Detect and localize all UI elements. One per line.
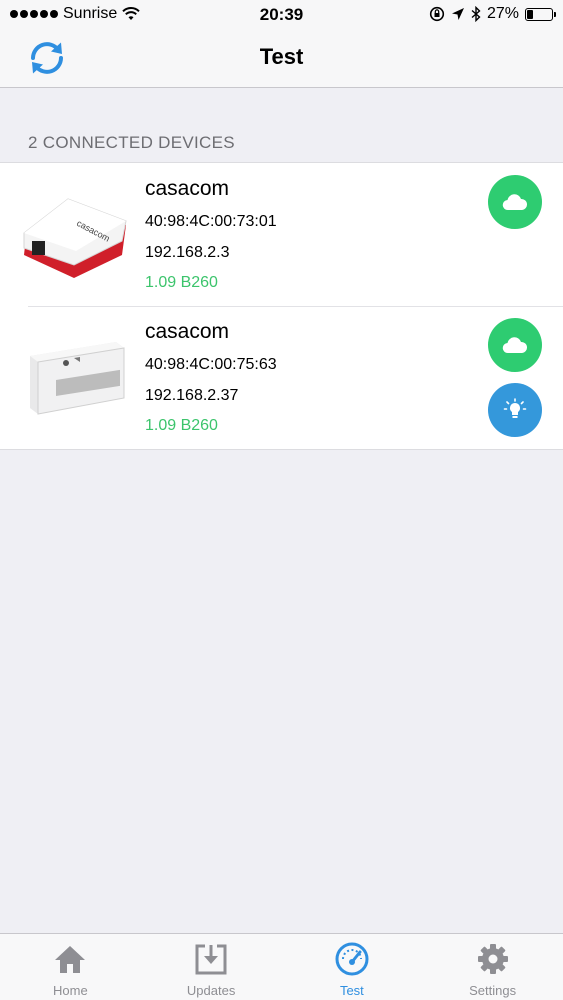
device-name: casacom xyxy=(145,320,230,343)
tab-updates[interactable]: Updates xyxy=(141,934,282,1000)
cloud-icon xyxy=(502,337,528,354)
lightbulb-button[interactable] xyxy=(488,383,542,437)
navigation-bar: Test xyxy=(0,30,563,88)
device-row[interactable]: casacom 40:98:4C:00:75:63 192.168.2.37 1… xyxy=(0,306,563,449)
rotation-lock-icon xyxy=(429,6,445,22)
tab-bar: Home Updates Test Settings xyxy=(0,933,563,1000)
tab-label: Updates xyxy=(186,983,236,998)
battery-percent: 27% xyxy=(486,5,519,22)
download-icon xyxy=(195,944,227,975)
device-image-router: casacom xyxy=(23,198,127,278)
device-ip: 192.168.2.3 xyxy=(145,244,230,261)
device-version: 1.09 B260 xyxy=(145,274,218,291)
bluetooth-icon xyxy=(471,6,481,22)
tab-home[interactable]: Home xyxy=(0,934,141,1000)
tab-settings[interactable]: Settings xyxy=(422,934,563,1000)
status-right-group: 27% xyxy=(429,5,556,23)
gear-icon xyxy=(477,944,508,974)
tab-test[interactable]: Test xyxy=(282,934,423,1000)
speedometer-icon xyxy=(335,942,369,976)
home-icon xyxy=(55,946,86,973)
lightbulb-icon xyxy=(503,398,527,418)
device-version: 1.09 B260 xyxy=(145,417,218,434)
cloud-icon xyxy=(502,194,528,211)
device-image-access-point xyxy=(30,342,125,415)
cloud-button[interactable] xyxy=(488,318,542,372)
device-mac: 40:98:4C:00:75:63 xyxy=(145,356,277,373)
tab-label: Home xyxy=(53,983,88,998)
device-ip: 192.168.2.37 xyxy=(145,387,239,404)
device-list: casacom casacom 40:98:4C:00:73:01 192.16… xyxy=(0,162,563,450)
cloud-button[interactable] xyxy=(488,175,542,229)
battery-level xyxy=(527,9,533,19)
status-bar: Sunrise 20:39 27% xyxy=(0,0,563,30)
device-name: casacom xyxy=(145,177,230,200)
device-mac: 40:98:4C:00:73:01 xyxy=(145,213,277,230)
device-row[interactable]: casacom casacom 40:98:4C:00:73:01 192.16… xyxy=(0,163,563,306)
battery-icon xyxy=(525,7,556,21)
tab-label: Test xyxy=(339,983,364,998)
page-title: Test xyxy=(259,44,304,69)
section-header: 2 CONNECTED DEVICES xyxy=(28,133,235,152)
location-icon xyxy=(451,8,464,20)
tab-label: Settings xyxy=(469,983,517,998)
